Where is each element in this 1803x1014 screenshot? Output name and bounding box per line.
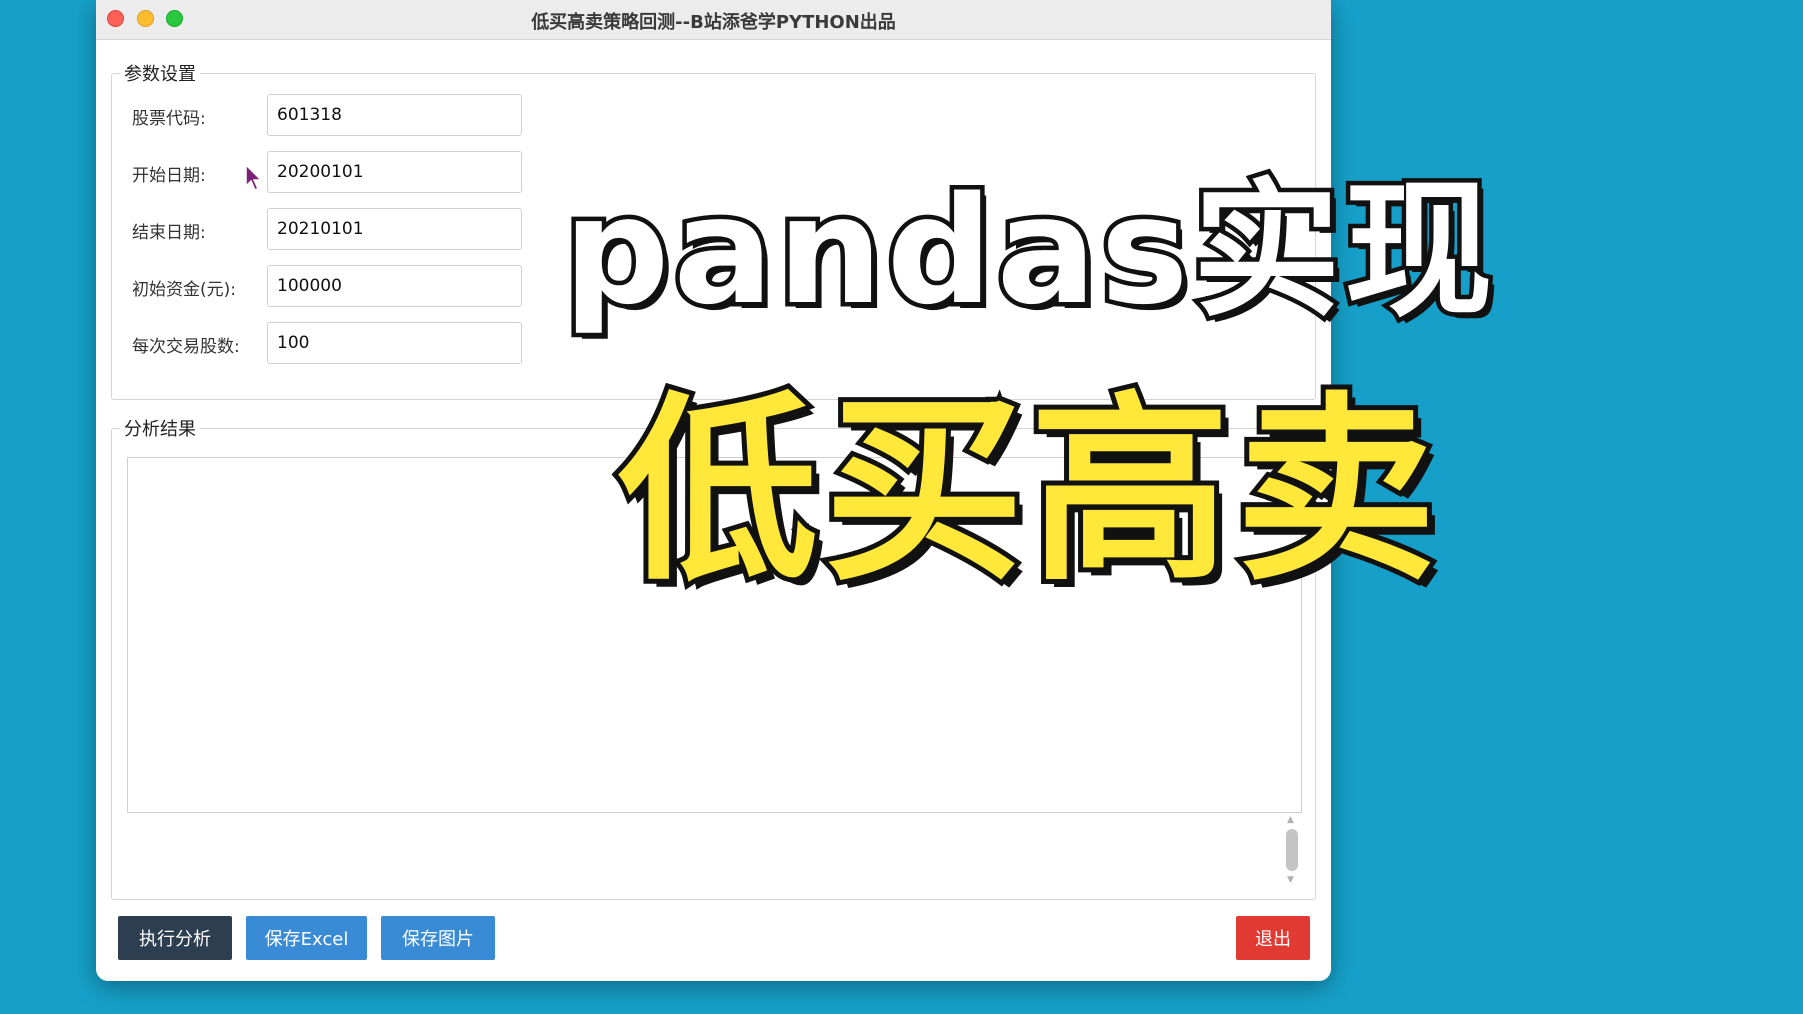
stock-code-label: 股票代码:: [132, 109, 206, 129]
mouse-pointer-icon: [245, 164, 263, 192]
app-window: 低买高卖策略回测--B站添爸学PYTHON出品 参数设置 股票代码: 开始日期:…: [96, 0, 1331, 981]
initial-capital-input[interactable]: [267, 265, 522, 307]
start-date-input[interactable]: [267, 151, 522, 193]
window-title: 低买高卖策略回测--B站添爸学PYTHON出品: [531, 12, 896, 33]
run-analysis-button[interactable]: 执行分析: [118, 916, 232, 960]
scroll-thumb[interactable]: [1286, 829, 1298, 871]
results-scrollbar[interactable]: ▲ ▼: [1283, 815, 1301, 887]
trade-shares-input[interactable]: [267, 322, 522, 364]
results-group-label: 分析结果: [120, 415, 200, 441]
stock-code-input[interactable]: [267, 94, 522, 136]
save-image-button[interactable]: 保存图片: [381, 916, 495, 960]
save-excel-button[interactable]: 保存Excel: [246, 916, 367, 960]
params-group-label: 参数设置: [120, 60, 200, 86]
results-group: 分析结果 ▲ ▼: [111, 415, 1316, 900]
results-text-area[interactable]: [127, 457, 1302, 813]
params-group: 参数设置 股票代码: 开始日期: 结束日期: 初始资金(元): 每次交易股数:: [111, 60, 1316, 400]
end-date-label: 结束日期:: [132, 223, 206, 243]
end-date-input[interactable]: [267, 208, 522, 250]
scroll-up-icon[interactable]: ▲: [1287, 815, 1294, 825]
trade-shares-label: 每次交易股数:: [132, 337, 240, 357]
scroll-down-icon[interactable]: ▼: [1287, 875, 1294, 885]
title-bar[interactable]: 低买高卖策略回测--B站添爸学PYTHON出品: [96, 0, 1331, 40]
initial-capital-label: 初始资金(元):: [132, 280, 236, 300]
exit-button[interactable]: 退出: [1236, 916, 1310, 960]
